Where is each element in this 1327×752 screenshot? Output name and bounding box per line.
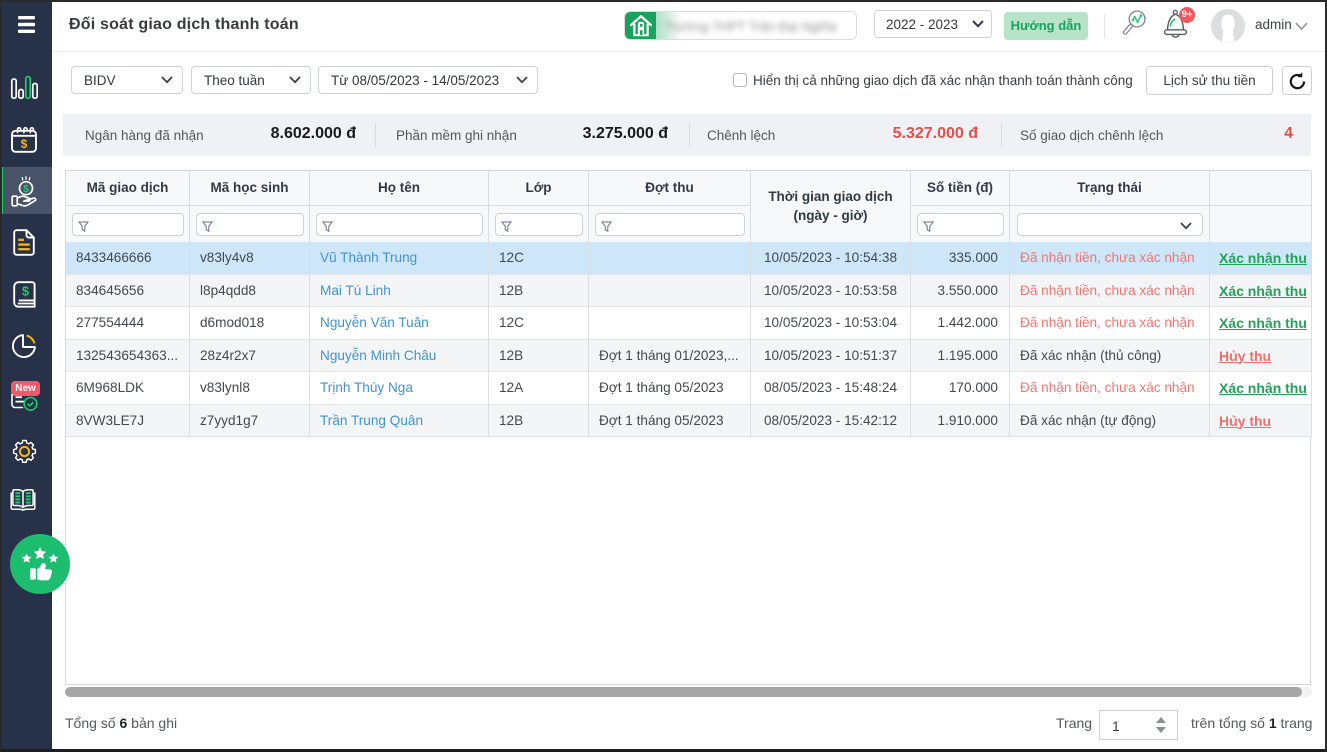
- svg-text:$: $: [21, 137, 28, 151]
- svg-text:$: $: [22, 284, 30, 299]
- svg-text:$: $: [23, 184, 29, 195]
